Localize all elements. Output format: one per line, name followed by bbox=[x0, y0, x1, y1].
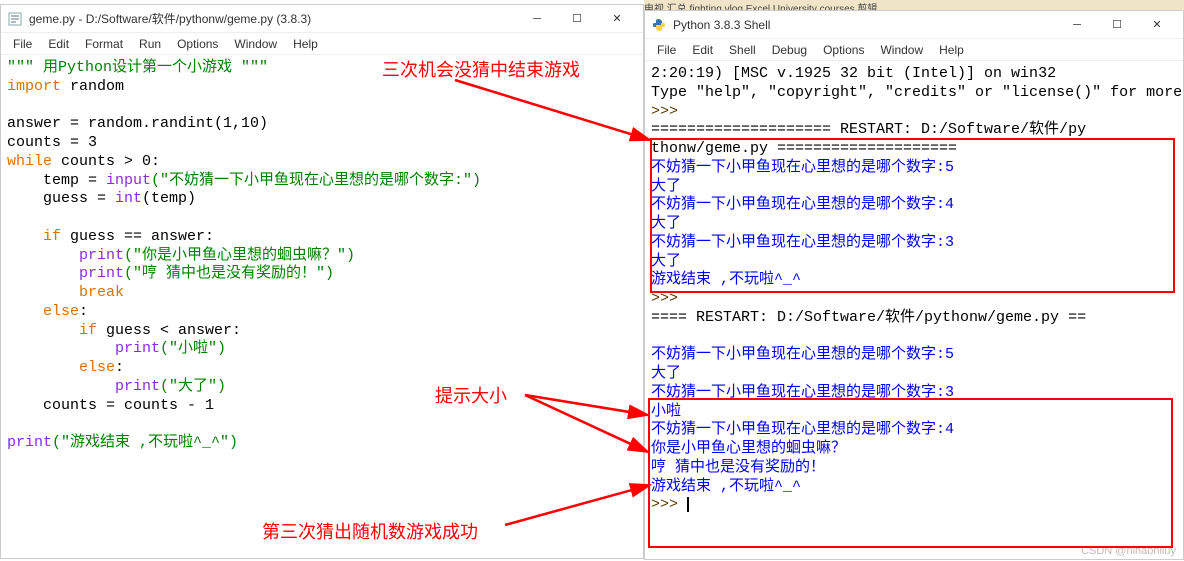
annotation-box-run1 bbox=[650, 138, 1175, 293]
editor-minimize-button[interactable]: ─ bbox=[517, 6, 557, 32]
shell-titlebar[interactable]: Python 3.8.3 Shell ─ ☐ ✕ bbox=[645, 11, 1183, 39]
code-else1: else bbox=[43, 303, 79, 320]
code-l12s: ("哼 猜中也是没有奖励的！") bbox=[124, 265, 334, 282]
code-l14a bbox=[7, 303, 43, 320]
shell-maximize-button[interactable]: ☐ bbox=[1097, 12, 1137, 38]
code-print1: print bbox=[79, 247, 124, 264]
code-l14b: : bbox=[79, 303, 88, 320]
editor-maximize-button[interactable]: ☐ bbox=[557, 6, 597, 32]
shell-menu-file[interactable]: File bbox=[649, 41, 684, 59]
annotation-label-2: 提示大小 bbox=[435, 382, 507, 408]
editor-menu-format[interactable]: Format bbox=[77, 35, 131, 53]
code-l15b: guess < answer: bbox=[97, 322, 241, 339]
annotation-arrow-2b bbox=[520, 390, 655, 460]
annotation-box-run2 bbox=[648, 398, 1173, 548]
shell-menu-options[interactable]: Options bbox=[815, 41, 872, 59]
code-print4: print bbox=[115, 378, 160, 395]
editor-title: geme.py - D:/Software/软件/pythonw/geme.py… bbox=[29, 10, 517, 27]
shell-menu-help[interactable]: Help bbox=[931, 41, 972, 59]
code-l8b: (temp) bbox=[142, 190, 196, 207]
code-else2: else bbox=[79, 359, 115, 376]
shell-head2: Type "help", "copyright", "credits" or "… bbox=[651, 84, 1184, 101]
code-docstring: """ 用Python设计第一个小游戏 """ bbox=[7, 59, 268, 76]
code-import-mod: random bbox=[61, 78, 124, 95]
code-if2: if bbox=[79, 322, 97, 339]
code-l7s: ("不妨猜一下小甲鱼现在心里想的是哪个数字:") bbox=[151, 172, 481, 189]
annotation-label-3: 第三次猜出随机数游戏成功 bbox=[262, 518, 478, 544]
code-l18a bbox=[7, 378, 115, 395]
shell-restart2: ==== RESTART: D:/Software/软件/pythonw/gem… bbox=[651, 309, 1086, 326]
code-l7a: temp = bbox=[7, 172, 106, 189]
editor-menubar: File Edit Format Run Options Window Help bbox=[1, 33, 643, 55]
editor-menu-help[interactable]: Help bbox=[285, 35, 326, 53]
code-l21s: ("游戏结束 ,不玩啦^_^") bbox=[52, 434, 238, 451]
annotation-label-1: 三次机会没猜中结束游戏 bbox=[382, 56, 580, 82]
shell-restart1a: ==================== RESTART: D:/Softwar… bbox=[651, 121, 1086, 138]
shell-menu-debug[interactable]: Debug bbox=[764, 41, 815, 59]
shell-menubar: File Edit Shell Debug Options Window Hel… bbox=[645, 39, 1183, 61]
editor-menu-window[interactable]: Window bbox=[226, 35, 285, 53]
annotation-arrow-1 bbox=[450, 70, 660, 150]
code-l12a bbox=[7, 265, 79, 282]
code-l10b: guess == answer: bbox=[61, 228, 214, 245]
code-l18s: ("大了") bbox=[160, 378, 226, 395]
code-print5: print bbox=[7, 434, 52, 451]
editor-menu-file[interactable]: File bbox=[5, 35, 40, 53]
editor-menu-options[interactable]: Options bbox=[169, 35, 226, 53]
code-l16a bbox=[7, 340, 115, 357]
editor-menu-edit[interactable]: Edit bbox=[40, 35, 77, 53]
editor-menu-run[interactable]: Run bbox=[131, 35, 169, 53]
code-l6r: counts > 0: bbox=[52, 153, 160, 170]
code-break: break bbox=[79, 284, 124, 301]
code-l4: answer = random.randint(1,10) bbox=[7, 115, 268, 132]
code-import-kw: import bbox=[7, 78, 61, 95]
python-shell-icon bbox=[651, 17, 667, 33]
code-l15a bbox=[7, 322, 79, 339]
shell-title: Python 3.8.3 Shell bbox=[673, 18, 1057, 32]
code-print3: print bbox=[115, 340, 160, 357]
python-file-icon bbox=[7, 11, 23, 27]
code-l17b: : bbox=[115, 359, 124, 376]
shell-head1: 2:20:19) [MSC v.1925 32 bit (Intel)] on … bbox=[651, 65, 1056, 82]
code-l5: counts = 3 bbox=[7, 134, 97, 151]
shell-minimize-button[interactable]: ─ bbox=[1057, 12, 1097, 38]
run2-p1: 不妨猜一下小甲鱼现在心里想的是哪个数字:5 bbox=[651, 346, 954, 363]
code-l11a bbox=[7, 247, 79, 264]
code-l11s: ("你是小甲鱼心里想的蛔虫嘛？") bbox=[124, 247, 355, 264]
shell-menu-window[interactable]: Window bbox=[872, 41, 931, 59]
code-l10a bbox=[7, 228, 43, 245]
desktop-icons-strip: 电视 汇总 fighting vlog Excel University cou… bbox=[644, 0, 1184, 10]
shell-menu-shell[interactable]: Shell bbox=[721, 41, 764, 59]
editor-close-button[interactable]: ✕ bbox=[597, 6, 637, 32]
code-input: input bbox=[106, 172, 151, 189]
code-print2: print bbox=[79, 265, 124, 282]
code-l17a bbox=[7, 359, 79, 376]
code-while: while bbox=[7, 153, 52, 170]
editor-titlebar[interactable]: geme.py - D:/Software/软件/pythonw/geme.py… bbox=[1, 5, 643, 33]
code-l8a: guess = bbox=[7, 190, 115, 207]
code-l19: counts = counts - 1 bbox=[7, 397, 214, 414]
run2-r1: 大了 bbox=[651, 365, 681, 382]
code-l13a bbox=[7, 284, 79, 301]
code-if1: if bbox=[43, 228, 61, 245]
shell-close-button[interactable]: ✕ bbox=[1137, 12, 1177, 38]
shell-menu-edit[interactable]: Edit bbox=[684, 41, 721, 59]
annotation-arrow-3 bbox=[500, 480, 660, 530]
code-l16s: ("小啦") bbox=[160, 340, 226, 357]
code-int: int bbox=[115, 190, 142, 207]
